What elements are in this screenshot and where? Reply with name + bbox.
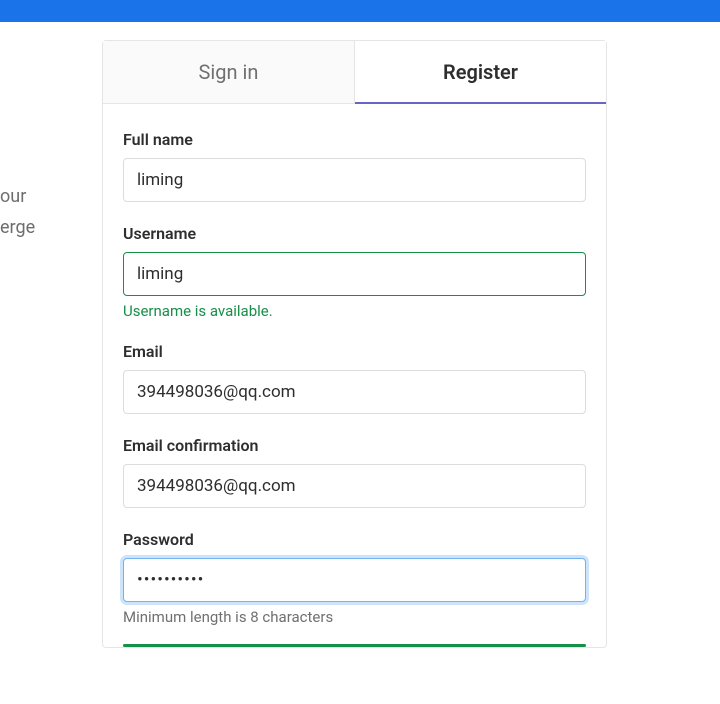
- password-help-text: Minimum length is 8 characters: [123, 608, 586, 626]
- email-confirm-group: Email confirmation: [123, 436, 586, 508]
- email-confirm-label: Email confirmation: [123, 436, 586, 455]
- username-help-text: Username is available.: [123, 302, 586, 320]
- background-marketing-text: our erge: [0, 182, 35, 243]
- password-input[interactable]: [123, 558, 586, 602]
- username-input[interactable]: [123, 252, 586, 296]
- password-label: Password: [123, 530, 586, 549]
- register-form: Full name Username Username is available…: [103, 104, 606, 647]
- email-input[interactable]: [123, 370, 586, 414]
- marketing-line-2: erge: [0, 213, 35, 244]
- username-label: Username: [123, 224, 586, 243]
- tab-register[interactable]: Register: [355, 41, 606, 104]
- fullname-group: Full name: [123, 130, 586, 202]
- auth-card: Sign in Register Full name Username User…: [102, 40, 607, 648]
- email-label: Email: [123, 342, 586, 361]
- email-confirm-input[interactable]: [123, 464, 586, 508]
- submit-button[interactable]: [123, 644, 586, 647]
- fullname-label: Full name: [123, 130, 586, 149]
- password-group: Password Minimum length is 8 characters: [123, 530, 586, 626]
- top-header-bar: [0, 0, 720, 22]
- fullname-input[interactable]: [123, 158, 586, 202]
- marketing-line-1: our: [0, 182, 35, 213]
- username-group: Username Username is available.: [123, 224, 586, 320]
- email-group: Email: [123, 342, 586, 414]
- tab-signin[interactable]: Sign in: [103, 41, 355, 104]
- auth-tabs: Sign in Register: [103, 41, 606, 104]
